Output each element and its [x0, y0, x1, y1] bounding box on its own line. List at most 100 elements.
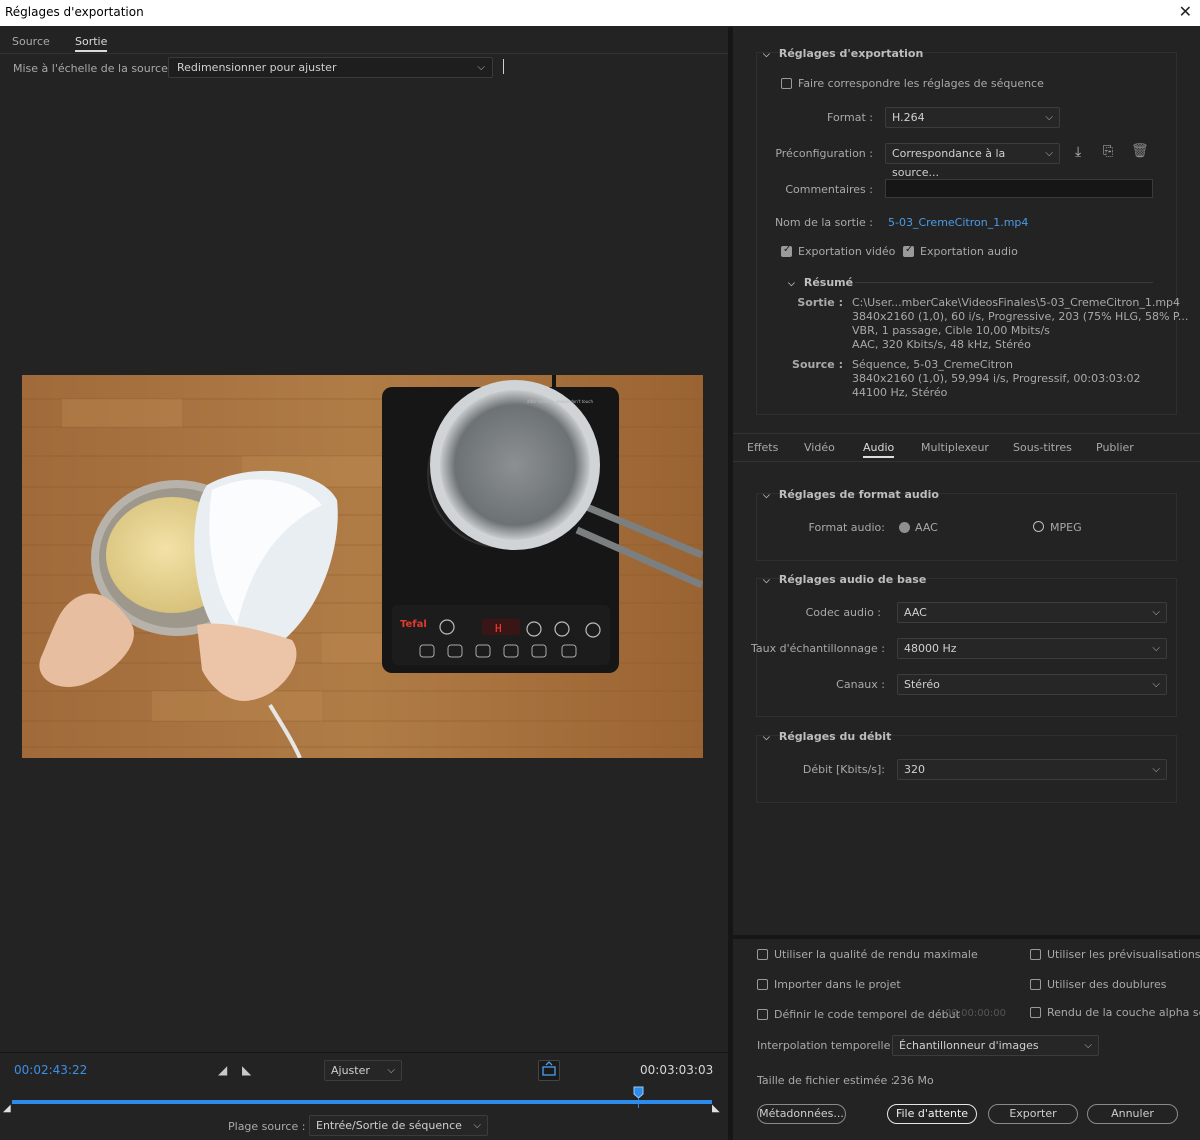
tab-effects[interactable]: Effets [747, 441, 778, 454]
section-title: Réglages de format audio [778, 488, 939, 501]
export-audio-checkbox[interactable] [903, 244, 914, 257]
preset-dropdown[interactable]: Correspondance à la source... ⌵ [885, 143, 1060, 179]
format-dropdown[interactable]: H.264 ⌵ [885, 107, 1060, 128]
divider [733, 461, 1200, 462]
codec-dropdown[interactable]: AAC ⌵ [897, 602, 1167, 623]
alpha-render-checkbox[interactable] [1030, 1007, 1041, 1018]
export-audio-label: Exportation audio [920, 245, 1018, 258]
interp-dropdown[interactable]: Échantillonneur d'images ⌵ [892, 1035, 1099, 1056]
tab-publish[interactable]: Publier [1096, 441, 1134, 454]
codec-label: Codec audio : [805, 606, 881, 619]
aac-radio[interactable] [899, 522, 910, 533]
summary-output-lines: C:\User...mberCake\VideosFinales\5-03_Cr… [852, 296, 1188, 352]
channels-dropdown[interactable]: Stéréo ⌵ [897, 674, 1167, 695]
divider [0, 53, 728, 54]
export-video-checkbox[interactable] [781, 244, 792, 257]
mpeg-radio-label: MPEG [1050, 521, 1082, 534]
use-previews-checkbox[interactable] [1030, 949, 1041, 960]
summary-line: AAC, 320 Kbits/s, 48 kHz, Stéréo [852, 338, 1031, 351]
out-point-handle[interactable]: ◣ [712, 1103, 720, 1114]
format-label: Format : [827, 111, 873, 124]
audio-format-header[interactable]: ⌵ Réglages de format audio [763, 488, 939, 501]
tab-multiplexer[interactable]: Multiplexeur [921, 441, 989, 454]
output-name-link[interactable]: 5-03_CremeCitron_1.mp4 [888, 216, 1028, 229]
bitrate-dropdown[interactable]: 320 ⌵ [897, 759, 1167, 780]
chevron-down-icon: ⌵ [477, 62, 485, 73]
import-preset-icon[interactable]: ⎘ [1103, 144, 1113, 159]
range-label: Plage source : [228, 1120, 306, 1133]
source-range-bar[interactable] [12, 1100, 712, 1104]
chevron-down-icon: ⌵ [763, 50, 770, 60]
close-icon[interactable]: ✕ [1179, 2, 1192, 21]
max-quality-label: Utiliser la qualité de rendu maximale [774, 948, 978, 961]
settings-panel: ⌵ Réglages d'exportation Faire correspon… [733, 27, 1200, 1140]
channels-label: Canaux : [836, 678, 885, 691]
mark-in-icon[interactable]: ◢ [218, 1063, 227, 1077]
title-bar: Réglages d'exportation ✕ [0, 0, 1200, 26]
section-title: Réglages audio de base [778, 573, 927, 586]
tab-subtitles[interactable]: Sous-titres [1013, 441, 1072, 454]
use-previews-label: Utiliser les prévisualisations [1047, 948, 1200, 961]
section-title: Réglages du débit [778, 730, 892, 743]
audio-format-label: Format audio: [808, 521, 885, 534]
import-project-label: Importer dans le projet [774, 978, 901, 991]
basic-audio-header[interactable]: ⌵ Réglages audio de base [763, 573, 926, 586]
save-preset-icon[interactable]: ⤓ [1075, 144, 1081, 160]
set-timecode-label: Définir le code temporel de début [774, 1008, 960, 1021]
current-timecode[interactable]: 00:02:43:22 [14, 1063, 87, 1077]
import-project-checkbox[interactable] [757, 979, 768, 990]
zoom-dropdown[interactable]: Ajuster ⌵ [324, 1060, 402, 1081]
metadata-button[interactable]: Métadonnées... [757, 1104, 846, 1124]
timecode-input[interactable]: 00:00:00:00 [945, 1008, 1006, 1019]
match-sequence-checkbox[interactable] [781, 78, 792, 89]
use-proxies-checkbox[interactable] [1030, 979, 1041, 990]
hob-display-text: H [495, 622, 502, 635]
in-point-handle[interactable]: ◢ [3, 1103, 11, 1114]
tab-source[interactable]: Source [12, 35, 50, 48]
range-value: Entrée/Sortie de séquence [316, 1119, 462, 1132]
tab-audio[interactable]: Audio [863, 441, 895, 458]
queue-button[interactable]: File d'attente [887, 1104, 977, 1124]
divider [733, 935, 1200, 939]
delete-preset-icon[interactable]: 🗑 [1131, 143, 1149, 159]
text-cursor [503, 59, 504, 74]
duration-timecode: 00:03:03:03 [640, 1063, 714, 1077]
tab-output[interactable]: Sortie [75, 35, 108, 52]
scale-dropdown-value: Redimensionner pour ajuster [177, 61, 337, 74]
summary-line: VBR, 1 passage, Cible 10,00 Mbits/s [852, 324, 1050, 337]
comments-input[interactable] [885, 179, 1153, 198]
aspect-icon [542, 1061, 556, 1076]
match-sequence-label: Faire correspondre les réglages de séque… [798, 77, 1044, 90]
mark-out-icon[interactable]: ◣ [242, 1063, 251, 1077]
tab-video[interactable]: Vidéo [804, 441, 835, 454]
range-dropdown[interactable]: Entrée/Sortie de séquence ⌵ [309, 1115, 488, 1136]
summary-line: 3840x2160 (1,0), 59,994 i/s, Progressif,… [852, 372, 1141, 385]
comments-label: Commentaires : [785, 183, 873, 196]
playhead-icon [633, 1086, 644, 1108]
export-settings-header[interactable]: ⌵ Réglages d'exportation [763, 47, 923, 60]
divider [733, 433, 1200, 434]
chevron-down-icon: ⌵ [1152, 679, 1160, 690]
preview-panel: Source Sortie Mise à l'échelle de la sou… [0, 27, 728, 1140]
scale-dropdown[interactable]: Redimensionner pour ajuster ⌵ [168, 57, 493, 78]
cancel-button[interactable]: Annuler [1087, 1104, 1178, 1124]
mpeg-radio[interactable] [1033, 521, 1044, 532]
playhead[interactable] [633, 1086, 644, 1108]
summary-title: Résumé [803, 276, 854, 289]
chevron-down-icon: ⌵ [1084, 1040, 1092, 1051]
sample-rate-dropdown[interactable]: 48000 Hz ⌵ [897, 638, 1167, 659]
max-quality-checkbox[interactable] [757, 949, 768, 960]
summary-source-lines: Séquence, 5-03_CremeCitron 3840x2160 (1,… [852, 358, 1141, 400]
summary-header[interactable]: ⌵ Résumé [788, 276, 853, 289]
interp-value: Échantillonneur d'images [899, 1039, 1039, 1052]
output-name-label: Nom de la sortie : [774, 216, 873, 229]
chevron-down-icon: ⌵ [1045, 112, 1053, 123]
bitrate-header[interactable]: ⌵ Réglages du débit [763, 730, 891, 743]
aspect-toggle-button[interactable] [538, 1060, 560, 1081]
interp-label: Interpolation temporelle : [757, 1039, 898, 1052]
chevron-down-icon: ⌵ [788, 279, 795, 289]
chevron-down-icon: ⌵ [1152, 764, 1160, 775]
set-timecode-checkbox[interactable] [757, 1009, 768, 1020]
export-button[interactable]: Exporter [988, 1104, 1078, 1124]
aac-radio-label: AAC [915, 521, 938, 534]
